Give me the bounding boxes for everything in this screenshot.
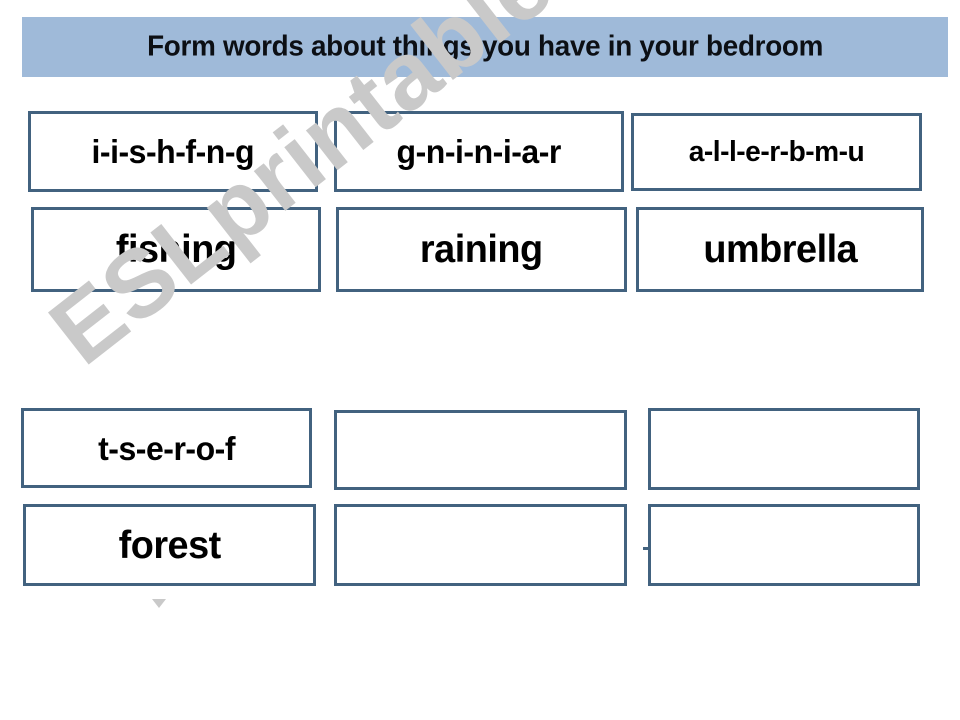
scramble-text-1: i-i-s-h-f-n-g bbox=[91, 133, 255, 170]
scramble-text-2: g-n-i-n-i-a-r bbox=[396, 133, 562, 170]
watermark-triangle-mark bbox=[152, 599, 166, 608]
scramble-text-4: t-s-e-r-o-f bbox=[98, 429, 235, 467]
scramble-box-2[interactable]: g-n-i-n-i-a-r bbox=[334, 111, 624, 192]
answer-box-2[interactable]: raining bbox=[336, 207, 627, 292]
stray-tick-mark bbox=[643, 547, 649, 550]
scramble-box-1[interactable]: i-i-s-h-f-n-g bbox=[28, 111, 318, 192]
answer-box-4[interactable]: forest bbox=[23, 504, 316, 586]
scramble-box-3[interactable]: a-l-l-e-r-b-m-u bbox=[631, 113, 922, 191]
answer-box-5[interactable] bbox=[334, 504, 627, 586]
page-title: Form words about things you have in your… bbox=[22, 30, 948, 63]
scramble-box-6[interactable] bbox=[648, 408, 920, 490]
answer-box-3[interactable]: umbrella bbox=[636, 207, 924, 292]
answer-box-1[interactable]: fishing bbox=[31, 207, 321, 292]
answer-text-3: umbrella bbox=[703, 228, 857, 271]
title-banner: Form words about things you have in your… bbox=[22, 17, 948, 77]
worksheet-slide: ESLprintables.com Form words about thing… bbox=[0, 0, 960, 720]
answer-box-6[interactable] bbox=[648, 504, 920, 586]
answer-text-4: forest bbox=[118, 523, 221, 567]
scramble-box-5[interactable] bbox=[334, 410, 627, 490]
page-title-text: Form words about things you have in your… bbox=[146, 30, 824, 63]
scramble-text-3: a-l-l-e-r-b-m-u bbox=[688, 135, 865, 168]
answer-text-1: fishing bbox=[115, 228, 237, 271]
answer-text-2: raining bbox=[420, 228, 543, 271]
scramble-box-4[interactable]: t-s-e-r-o-f bbox=[21, 408, 312, 488]
